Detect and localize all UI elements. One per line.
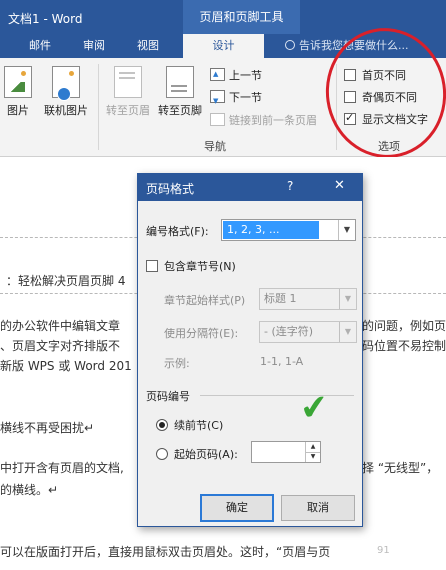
next-section-icon [210, 90, 225, 109]
section-divider [200, 395, 354, 396]
online-picture-icon [52, 66, 80, 101]
window-title: 文档1 - Word [8, 12, 83, 26]
start-at-spinner[interactable]: ▲ ▼ [251, 441, 321, 463]
dialog-title: 页码格式 [146, 182, 195, 196]
first-page-different-checkbox[interactable]: 首页不同 [344, 68, 406, 84]
ribbon: 图片 联机图片 转至页眉 转至页脚 上一节 下一节 链接到前一条页眉 导航 首页… [0, 58, 446, 157]
picture-icon [4, 66, 32, 98]
chapter-start-style-select[interactable]: 标题 1 ▼ [259, 288, 357, 310]
separator-label: 使用分隔符(E): [164, 327, 239, 340]
tab-view[interactable]: 视图 [126, 34, 170, 58]
link-icon [210, 113, 225, 126]
tab-design[interactable]: 设计 [183, 34, 264, 58]
example-value: 1-1, 1-A [260, 355, 304, 368]
odd-even-different-checkbox[interactable]: 奇偶页不同 [344, 90, 417, 106]
doc-line: 中打开含有页眉的文档, [0, 461, 124, 475]
close-icon[interactable]: ✕ [334, 178, 345, 193]
chapter-start-style-label: 章节起始样式(P) [164, 294, 246, 307]
chevron-down-icon[interactable]: ▼ [339, 289, 356, 309]
group-divider [98, 64, 99, 150]
lightbulb-icon [285, 40, 295, 50]
ok-button[interactable]: 确定 [200, 494, 274, 522]
doc-line: 的横线。↵ [0, 483, 59, 497]
separator-value: - (连字符) [264, 325, 314, 338]
watermark: 91 [377, 545, 390, 556]
number-format-value: 1, 2, 3, ... [223, 221, 320, 239]
green-check-icon: ✔ [297, 386, 331, 430]
checkbox-icon [344, 91, 356, 103]
include-chapter-label: 包含章节号(N) [164, 260, 236, 273]
doc-line: 码位置不易控制 [362, 339, 446, 353]
contextual-tab-title: 页眉和页脚工具 [183, 0, 300, 34]
goto-footer-button[interactable]: 转至页脚 [154, 66, 206, 118]
help-icon[interactable]: ? [287, 179, 293, 193]
chevron-down-icon[interactable]: ▼ [339, 322, 356, 342]
separator-select[interactable]: - (连字符) ▼ [259, 321, 357, 343]
online-picture-label: 联机图片 [44, 104, 88, 117]
options-group-label: 选项 [378, 140, 400, 153]
next-section-label: 下一节 [229, 91, 262, 104]
page-number-format-dialog: 页码格式 ? ✕ 编号格式(F): 1, 2, 3, ... ▼ 包含章节号(N… [137, 173, 363, 527]
prev-section-button[interactable]: 上一节 [210, 66, 262, 84]
start-at-radio[interactable]: 起始页码(A): [156, 446, 238, 462]
doc-line: 的问题，例如页 [362, 319, 446, 333]
continue-label: 续前节(C) [174, 419, 224, 432]
next-section-button[interactable]: 下一节 [210, 90, 262, 109]
doc-line: 可以在版面打开后，直接用鼠标双击页眉处。这时，“页眉与页 [0, 545, 331, 559]
title-bar: 文档1 - Word 页眉和页脚工具 [0, 0, 446, 34]
number-format-label: 编号格式(F): [146, 225, 209, 238]
doc-line: 新版 WPS 或 Word 201 [0, 359, 132, 373]
header-icon [114, 66, 142, 98]
cancel-button[interactable]: 取消 [281, 495, 355, 521]
first-page-label: 首页不同 [362, 69, 406, 82]
page-numbering-section-label: 页码编号 [146, 390, 190, 403]
goto-footer-label: 转至页脚 [158, 104, 202, 117]
continue-from-previous-radio[interactable]: 续前节(C) [156, 417, 223, 433]
prev-section-label: 上一节 [229, 69, 262, 82]
radio-icon [156, 448, 168, 460]
group-divider [336, 64, 337, 150]
previous-section-icon [210, 66, 225, 82]
doc-line: 的办公软件中编辑文章 [0, 319, 121, 333]
tell-me-text: 告诉我您想要做什么... [299, 39, 409, 52]
radio-selected-icon [156, 419, 168, 431]
doc-line: 横线不再受困扰↵ [0, 421, 95, 435]
doc-line: ：轻松解决页眉页脚 4 [6, 274, 126, 288]
show-document-text-checkbox[interactable]: 显示文档文字 [344, 110, 428, 128]
tab-mailings[interactable]: 邮件 [18, 34, 62, 58]
spin-down-icon[interactable]: ▼ [305, 452, 320, 462]
chapter-start-style-value: 标题 1 [264, 292, 297, 305]
picture-button[interactable]: 图片 [2, 66, 34, 118]
checkbox-icon [146, 260, 158, 272]
show-doc-text-label: 显示文档文字 [362, 113, 428, 126]
checkbox-icon [344, 69, 356, 81]
goto-header-label: 转至页眉 [106, 104, 150, 117]
odd-even-label: 奇偶页不同 [362, 91, 417, 104]
doc-line: 择 “无线型”， [362, 461, 439, 475]
ribbon-tabs: 邮件 审阅 视图 设计 告诉我您想要做什么... [0, 34, 446, 58]
checkbox-checked-icon [344, 110, 356, 126]
picture-label: 图片 [7, 104, 29, 117]
number-format-select[interactable]: 1, 2, 3, ... ▼ [221, 219, 356, 241]
tell-me-box[interactable]: 告诉我您想要做什么... [285, 34, 409, 58]
link-previous-button[interactable]: 链接到前一条页眉 [210, 113, 317, 129]
dialog-titlebar: 页码格式 ? ✕ [138, 174, 362, 201]
online-picture-button[interactable]: 联机图片 [38, 66, 94, 118]
footer-icon [166, 66, 194, 98]
example-label: 示例: [164, 357, 190, 370]
tab-review[interactable]: 审阅 [72, 34, 116, 58]
start-at-label: 起始页码(A): [174, 448, 238, 461]
doc-line: 、页眉文字对齐排版不 [0, 339, 121, 353]
goto-header-button[interactable]: 转至页眉 [102, 66, 154, 118]
link-previous-label: 链接到前一条页眉 [229, 114, 317, 127]
nav-group-label: 导航 [204, 140, 226, 153]
include-chapter-checkbox[interactable]: 包含章节号(N) [146, 258, 236, 274]
chevron-down-icon[interactable]: ▼ [338, 220, 355, 240]
